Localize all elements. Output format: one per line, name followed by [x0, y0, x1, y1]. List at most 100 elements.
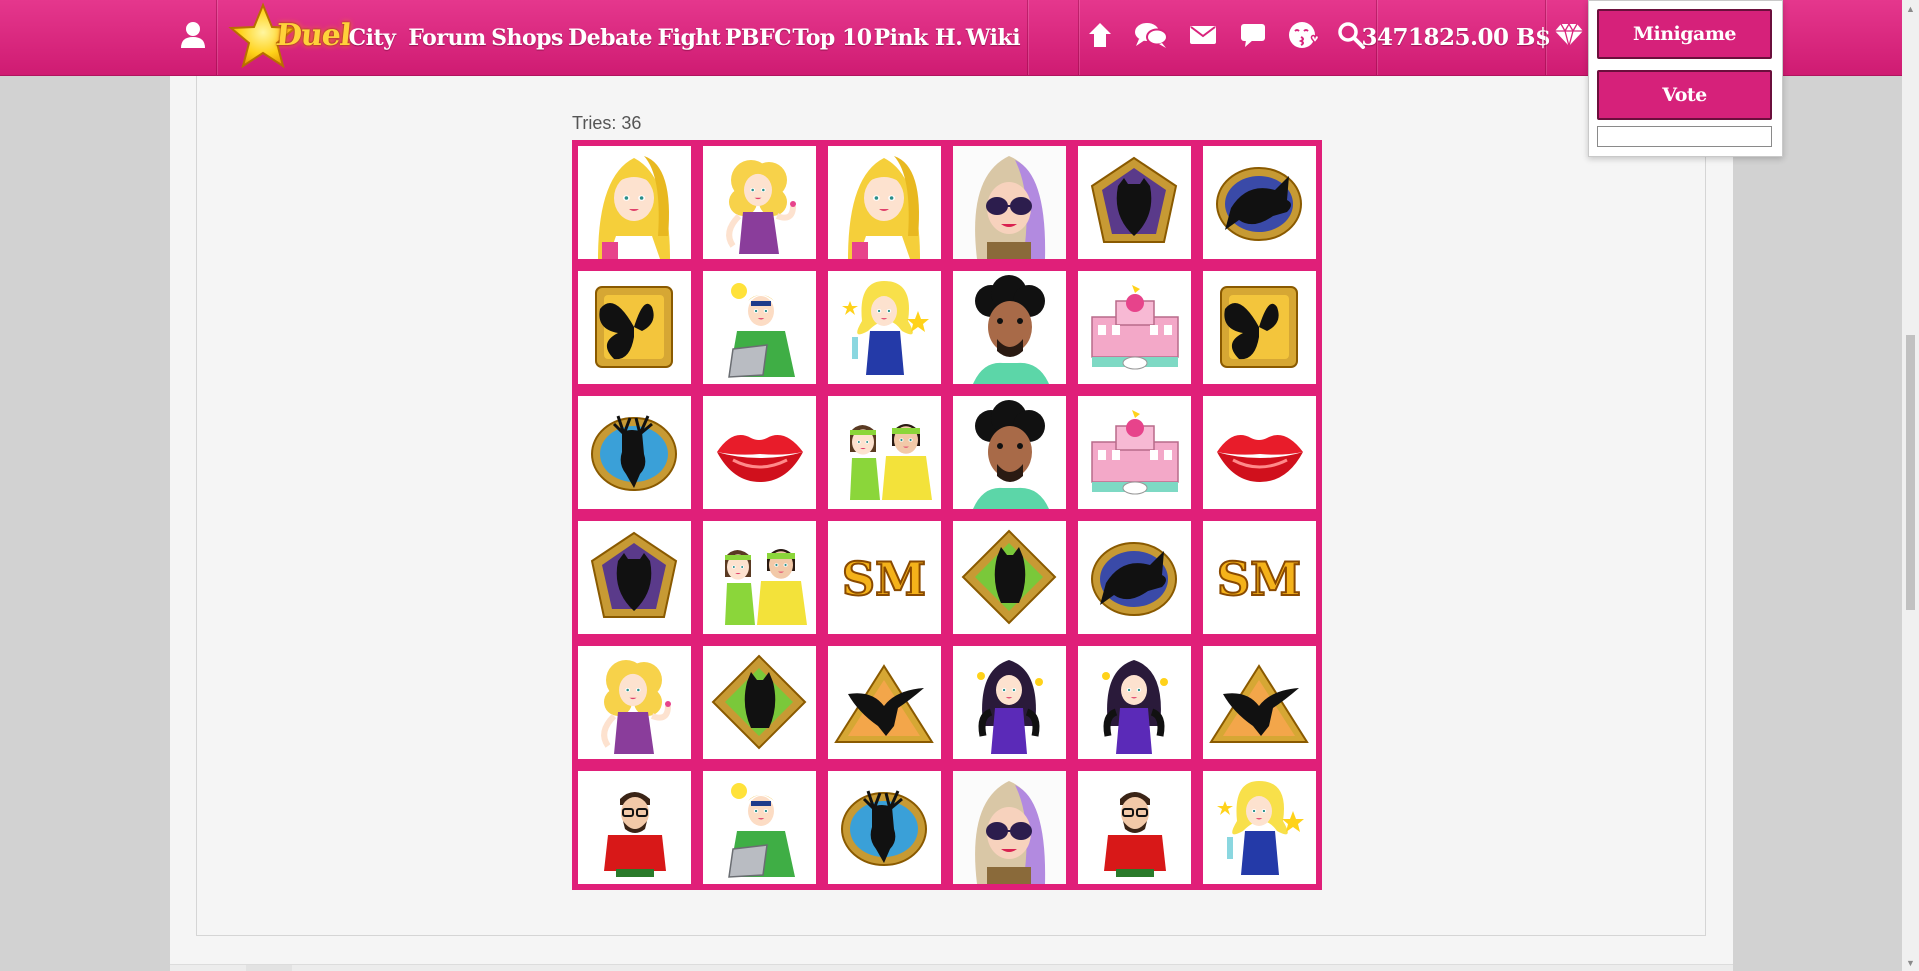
memory-card-curly-blonde-girl[interactable] [578, 646, 691, 759]
memory-card-pink-palace[interactable] [1078, 271, 1191, 384]
deer-silhouette-badge-icon [841, 790, 927, 866]
page-scrollbar[interactable]: ▲ ▼ [1902, 0, 1919, 971]
eagle-silhouette-badge-icon [834, 664, 934, 743]
laptop-guy-icon [728, 283, 795, 378]
popup-input[interactable] [1597, 126, 1772, 147]
memory-card-cat-silhouette-badge[interactable] [953, 521, 1066, 634]
memory-card-red-lips[interactable] [703, 396, 816, 509]
memory-card-cat-silhouette-badge[interactable] [703, 646, 816, 759]
blonde-ponytail-girl-icon [598, 156, 670, 259]
nav-link-wiki[interactable]: Wiki [966, 0, 1021, 75]
memory-card-blonde-ponytail-girl[interactable] [828, 146, 941, 259]
memory-card-dark-hair-gloves-girl[interactable] [953, 646, 1066, 759]
curly-hair-man-icon [953, 396, 1066, 509]
memory-card-laptop-guy[interactable] [703, 771, 816, 884]
bottom-strip [170, 964, 1733, 971]
eagle-silhouette-badge-icon [1209, 664, 1309, 743]
nav-link-shops[interactable]: Shops [491, 0, 563, 75]
nav-link-top10[interactable]: Top 10 [792, 0, 872, 75]
memory-card-sm-logo[interactable]: SM [1203, 521, 1316, 634]
diamond-icon [1553, 22, 1585, 53]
svg-text:SM: SM [842, 552, 926, 606]
memory-card-fish-silhouette-badge[interactable] [1078, 521, 1191, 634]
tries-counter: Tries: 36 [572, 113, 642, 133]
minigame-popup: Minigame Vote [1588, 0, 1783, 157]
pink-palace-icon [1091, 285, 1179, 370]
owl-silhouette-badge-icon [590, 531, 678, 618]
nav-link-debate[interactable]: Debate [568, 0, 652, 75]
mail-icon [1189, 24, 1217, 51]
mail-button[interactable] [1180, 0, 1226, 75]
memory-card-sm-logo[interactable]: SM [828, 521, 941, 634]
memory-card-pink-palace[interactable] [1078, 396, 1191, 509]
vote-button[interactable]: Vote [1597, 70, 1772, 120]
cat-silhouette-badge-icon [961, 529, 1057, 625]
messages-button[interactable] [1230, 0, 1276, 75]
memory-card-curly-blonde-girl[interactable] [703, 146, 816, 259]
diamond-button[interactable] [1549, 0, 1589, 75]
sunglasses-woman-icon [953, 146, 1066, 259]
laptop-guy-icon [728, 783, 795, 878]
memory-card-owl-silhouette-badge[interactable] [1078, 146, 1191, 259]
blonde-ponytail-girl-icon [848, 156, 920, 259]
memory-card-red-lips[interactable] [1203, 396, 1316, 509]
scroll-down-arrow[interactable]: ▼ [1902, 954, 1919, 971]
money-value: 3471825.00 B$ [1361, 24, 1552, 51]
memory-card-butterfly-silhouette-badge[interactable] [1203, 271, 1316, 384]
cat-silhouette-badge-icon [711, 654, 807, 750]
curly-blonde-girl-icon [601, 660, 671, 754]
memory-card-curly-hair-man[interactable] [953, 271, 1066, 384]
nav-link-fight[interactable]: Fight [657, 0, 721, 75]
chat-icon [1133, 20, 1169, 55]
svg-text:SM: SM [1217, 552, 1301, 606]
fish-silhouette-badge-icon [1216, 167, 1302, 241]
nav-link-city[interactable]: City [348, 0, 396, 75]
duel-logo[interactable]: Duel [224, 0, 352, 75]
dark-hair-gloves-girl-icon [977, 660, 1043, 754]
curly-blonde-girl-icon [726, 160, 796, 254]
nav-link-pbfc[interactable]: PBFC [725, 0, 792, 75]
memory-card-fish-silhouette-badge[interactable] [1203, 146, 1316, 259]
memory-card-laptop-guy[interactable] [703, 271, 816, 384]
memory-card-sunglasses-woman[interactable] [953, 771, 1066, 884]
memory-card-hipster-red-shirt-man[interactable] [1078, 771, 1191, 884]
memory-card-eagle-silhouette-badge[interactable] [828, 646, 941, 759]
hipster-red-shirt-man-icon [1104, 792, 1166, 877]
memory-card-owl-silhouette-badge[interactable] [578, 521, 691, 634]
page: Duel City Forum Shops Debate Fight PBFC … [0, 0, 1919, 971]
memory-card-deer-silhouette-badge[interactable] [828, 771, 941, 884]
home-button[interactable] [1078, 0, 1122, 75]
memory-card-party-blonde-girl[interactable] [828, 271, 941, 384]
memory-card-deer-silhouette-badge[interactable] [578, 396, 691, 509]
sm-logo-icon: SM [1216, 551, 1302, 607]
memory-card-party-blonde-girl[interactable] [1203, 771, 1316, 884]
memory-card-fitness-couple[interactable] [828, 396, 941, 509]
red-lips-icon [1217, 435, 1303, 482]
memory-card-dark-hair-gloves-girl[interactable] [1078, 646, 1191, 759]
memory-card-blonde-ponytail-girl[interactable] [578, 146, 691, 259]
memory-card-butterfly-silhouette-badge[interactable] [578, 271, 691, 384]
sm-logo-icon: SM [841, 551, 927, 607]
home-icon [1087, 21, 1113, 54]
nav-link-pink-h[interactable]: Pink H. [874, 0, 963, 75]
chat-button[interactable] [1126, 0, 1176, 75]
kiss-button[interactable] [1280, 0, 1326, 75]
memory-card-curly-hair-man[interactable] [953, 396, 1066, 509]
deer-silhouette-badge-icon [591, 415, 677, 491]
memory-card-fitness-couple[interactable] [703, 521, 816, 634]
red-lips-icon [717, 435, 803, 482]
fitness-couple-icon [850, 424, 932, 500]
profile-button[interactable] [170, 0, 216, 75]
memory-card-eagle-silhouette-badge[interactable] [1203, 646, 1316, 759]
memory-board: SM SM [572, 140, 1322, 890]
kiss-face-icon [1287, 19, 1320, 56]
memory-card-hipster-red-shirt-man[interactable] [578, 771, 691, 884]
minigame-button[interactable]: Minigame [1597, 9, 1772, 59]
nav-link-forum[interactable]: Forum [408, 0, 486, 75]
user-icon [178, 20, 208, 55]
butterfly-silhouette-badge-icon [1220, 286, 1298, 368]
party-blonde-girl-icon [1217, 781, 1304, 875]
scroll-up-arrow[interactable]: ▲ [1902, 0, 1919, 17]
memory-card-sunglasses-woman[interactable] [953, 146, 1066, 259]
scroll-thumb[interactable] [1906, 335, 1915, 610]
